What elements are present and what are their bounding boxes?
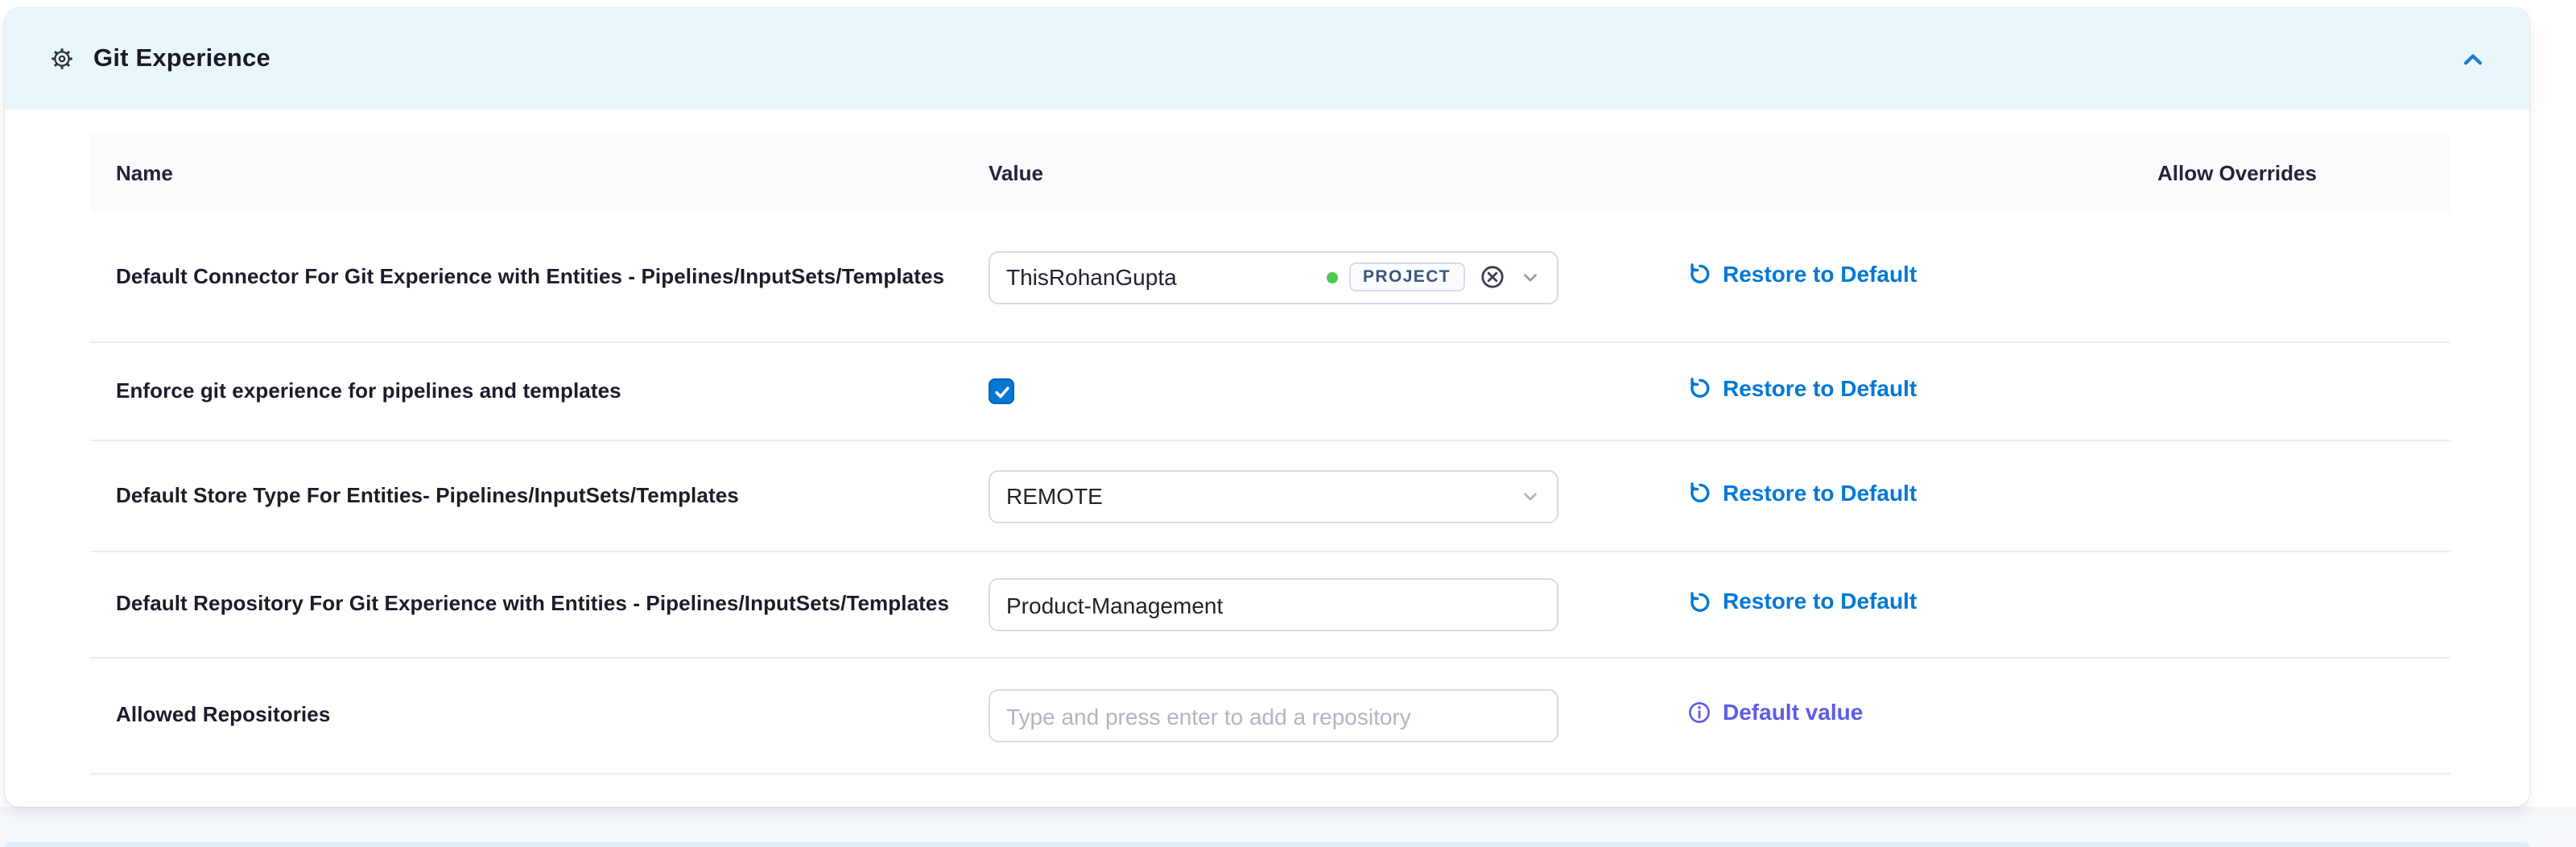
table-column-headers: Name Value Allow Overrides bbox=[90, 134, 2450, 213]
info-icon bbox=[1687, 700, 1711, 725]
git-experience-panel-header[interactable]: Git Experience bbox=[5, 8, 2529, 109]
settings-page: Git Experience Name Value Allow Override… bbox=[0, 0, 2576, 847]
default-store-type-select[interactable]: REMOTE bbox=[989, 469, 1558, 523]
connector-status-dot bbox=[1326, 271, 1337, 283]
chevron-down-icon bbox=[1520, 266, 1541, 287]
table-row: Allowed Repositories Default value bbox=[90, 659, 2450, 775]
column-header-name: Name bbox=[116, 161, 989, 185]
default-repository-input[interactable] bbox=[1006, 592, 1541, 618]
restore-label: Restore to Default bbox=[1723, 480, 1917, 506]
gear-icon bbox=[50, 47, 74, 71]
restore-icon bbox=[1687, 262, 1711, 286]
default-connector-select[interactable]: ThisRohanGupta PROJECT bbox=[989, 250, 1558, 304]
setting-name: Default Repository For Git Experience wi… bbox=[116, 591, 989, 618]
restore-label: Restore to Default bbox=[1723, 261, 1917, 287]
setting-name: Default Store Type For Entities- Pipelin… bbox=[116, 482, 989, 510]
restore-icon bbox=[1687, 481, 1711, 505]
allowed-repositories-input[interactable] bbox=[1006, 703, 1541, 729]
restore-label: Restore to Default bbox=[1723, 589, 1917, 614]
restore-to-default-link[interactable]: Restore to Default bbox=[1687, 261, 1917, 287]
setting-name: Allowed Repositories bbox=[116, 702, 989, 729]
table-row: Enforce git experience for pipelines and… bbox=[90, 343, 2450, 441]
store-type-value: REMOTE bbox=[1006, 483, 1505, 509]
restore-icon bbox=[1687, 589, 1711, 614]
default-value-link[interactable]: Default value bbox=[1687, 700, 1863, 725]
allowed-repositories-field bbox=[989, 689, 1558, 742]
settings-table: Default Connector For Git Experience wit… bbox=[90, 213, 2450, 775]
table-row: Default Store Type For Entities- Pipelin… bbox=[90, 441, 2450, 552]
setting-name: Default Connector For Git Experience wit… bbox=[116, 263, 989, 291]
column-header-allow-overrides: Allow Overrides bbox=[2157, 161, 2450, 185]
table-row: Default Connector For Git Experience wit… bbox=[90, 213, 2450, 343]
git-experience-panel: Git Experience Name Value Allow Override… bbox=[5, 8, 2529, 807]
setting-name: Enforce git experience for pipelines and… bbox=[116, 378, 989, 405]
panel-title: Git Experience bbox=[93, 44, 270, 73]
restore-to-default-link[interactable]: Restore to Default bbox=[1687, 589, 1917, 614]
collapse-section-button[interactable] bbox=[2455, 41, 2491, 76]
restore-label: Restore to Default bbox=[1723, 375, 1917, 401]
connector-value: ThisRohanGupta bbox=[1006, 264, 1326, 290]
chevron-down-icon bbox=[1520, 485, 1541, 506]
default-repository-field bbox=[989, 578, 1558, 631]
restore-to-default-link[interactable]: Restore to Default bbox=[1687, 480, 1917, 506]
clear-connector-button[interactable] bbox=[1480, 264, 1505, 290]
check-icon bbox=[993, 382, 1010, 400]
page-background bbox=[0, 807, 2576, 847]
enforce-git-experience-checkbox[interactable] bbox=[989, 378, 1014, 404]
scope-badge: PROJECT bbox=[1348, 262, 1465, 292]
x-circle-icon bbox=[1480, 264, 1505, 290]
column-header-value: Value bbox=[989, 161, 1687, 185]
open-connector-dropdown[interactable] bbox=[1520, 266, 1541, 287]
open-store-type-dropdown[interactable] bbox=[1520, 485, 1541, 506]
restore-icon bbox=[1687, 376, 1711, 400]
table-row: Default Repository For Git Experience wi… bbox=[90, 552, 2450, 659]
default-value-label: Default value bbox=[1723, 700, 1863, 725]
next-section-header-edge bbox=[5, 842, 2529, 847]
chevron-up-icon bbox=[2460, 46, 2486, 72]
restore-to-default-link[interactable]: Restore to Default bbox=[1687, 375, 1917, 401]
